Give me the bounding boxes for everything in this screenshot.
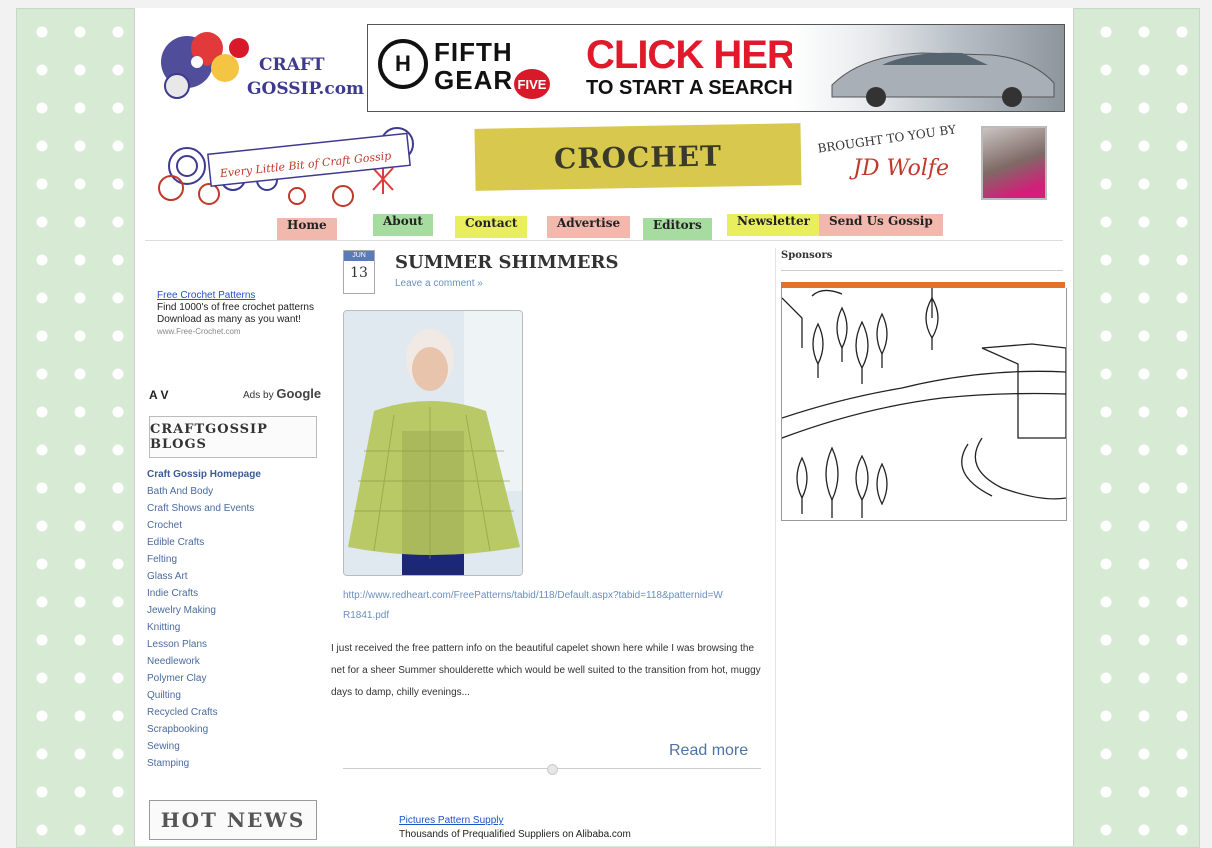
category-link[interactable]: Lesson Plans xyxy=(147,636,261,653)
read-more-link[interactable]: Read more xyxy=(669,742,748,760)
nav-contact[interactable]: Contact xyxy=(455,216,528,238)
sidebar-ad[interactable]: Free Crochet Patterns Find 1000's of fre… xyxy=(157,290,317,338)
nav-editors[interactable]: Editors xyxy=(643,218,712,240)
page-container: CRAFT GOSSIP.com Every Little Bit of Cra… xyxy=(134,8,1074,846)
nav-newsletter[interactable]: Newsletter xyxy=(727,214,820,236)
hot-news-header: HOT NEWS xyxy=(149,800,317,840)
nav-send-us-gossip[interactable]: Send Us Gossip xyxy=(819,214,943,236)
ads-by-google[interactable]: Ads by Google xyxy=(243,386,321,401)
sponsors-heading: Sponsors xyxy=(781,250,833,261)
five-channel-badge: FIVE xyxy=(514,69,550,99)
category-link[interactable]: Crochet xyxy=(147,517,261,534)
brought-by-label: BROUGHT TO YOU BY xyxy=(816,122,957,156)
fifth-gear-logo-icon: H xyxy=(378,39,428,89)
banner-ad[interactable]: H FIFTH GEAR FIVE CLICK HERE TO START A … xyxy=(367,24,1065,112)
post-date-badge: JUN 13 xyxy=(343,250,375,294)
category-link[interactable]: Indie Crafts xyxy=(147,585,261,602)
craftgossip-blogs-header: CRAFTGOSSIP BLOGS xyxy=(149,416,317,458)
post-body: I just received the free pattern info on… xyxy=(331,643,761,698)
editor-photo[interactable] xyxy=(981,126,1047,200)
nav-home[interactable]: Home xyxy=(277,218,337,240)
banner-cta-subline: TO START A SEARCH xyxy=(586,77,793,99)
pattern-link[interactable]: http://www.redheart.com/FreePatterns/tab… xyxy=(343,586,723,626)
section-title-crochet: CROCHET xyxy=(474,123,802,191)
category-link[interactable]: Knitting xyxy=(147,619,261,636)
banner-cta-headline: CLICK HERE xyxy=(586,33,821,77)
sponsor-sketch-ad[interactable] xyxy=(781,288,1067,521)
category-link[interactable]: Sewing xyxy=(147,738,261,755)
bottom-ad-desc: Thousands of Prequalified Suppliers on A… xyxy=(399,829,631,840)
post-title[interactable]: SUMMER SHIMMERS xyxy=(395,252,618,273)
blog-category-list: Craft Gossip Homepage Bath And Body Craf… xyxy=(147,466,261,772)
post-day: 13 xyxy=(350,265,368,281)
category-link[interactable]: Stamping xyxy=(147,755,261,772)
leave-comment-link[interactable]: Leave a comment » xyxy=(395,278,483,289)
category-link[interactable]: Bath And Body xyxy=(147,483,261,500)
nav-about[interactable]: About xyxy=(373,214,433,236)
category-link[interactable]: Scrapbooking xyxy=(147,721,261,738)
editor-name: JD Wolfe xyxy=(853,156,950,181)
banner-brand-line1: FIFTH xyxy=(434,37,513,67)
svg-text:GOSSIP.com: GOSSIP.com xyxy=(247,79,364,99)
separator-dot-icon xyxy=(547,764,558,775)
post-image-capelet[interactable] xyxy=(343,310,523,576)
main-nav: Home About Contact Advertise Editors New… xyxy=(145,210,1063,240)
category-link[interactable]: Craft Gossip Homepage xyxy=(147,466,261,483)
column-divider xyxy=(775,248,776,846)
sponsors-divider xyxy=(781,270,1063,271)
ads-by-label: Ads by xyxy=(243,390,274,401)
sidebar-ad-desc: Find 1000's of free crochet patterns Dow… xyxy=(157,302,314,325)
nav-divider xyxy=(145,240,1063,241)
banner-brand-line2: GEAR xyxy=(434,65,514,95)
category-link[interactable]: Edible Crafts xyxy=(147,534,261,551)
category-link[interactable]: Felting xyxy=(147,551,261,568)
car-image xyxy=(792,25,1064,111)
bottom-text-ad[interactable]: Pictures Pattern Supply Thousands of Pre… xyxy=(399,814,719,842)
bottom-ad-title[interactable]: Pictures Pattern Supply xyxy=(399,814,719,828)
post-month: JUN xyxy=(344,251,374,261)
category-link[interactable]: Jewelry Making xyxy=(147,602,261,619)
category-link[interactable]: Needlework xyxy=(147,653,261,670)
category-link[interactable]: Quilting xyxy=(147,687,261,704)
nav-advertise[interactable]: Advertise xyxy=(547,216,631,238)
sidebar-ad-url[interactable]: www.Free-Crochet.com xyxy=(157,326,317,338)
category-link[interactable]: Polymer Clay xyxy=(147,670,261,687)
sidebar-ad-title[interactable]: Free Crochet Patterns xyxy=(157,290,317,302)
ad-nav-arrows[interactable]: A V xyxy=(149,388,169,402)
svg-text:CRAFT: CRAFT xyxy=(259,55,325,75)
category-link[interactable]: Recycled Crafts xyxy=(147,704,261,721)
google-label: Google xyxy=(276,386,322,401)
category-link[interactable]: Glass Art xyxy=(147,568,261,585)
category-link[interactable]: Craft Shows and Events xyxy=(147,500,261,517)
